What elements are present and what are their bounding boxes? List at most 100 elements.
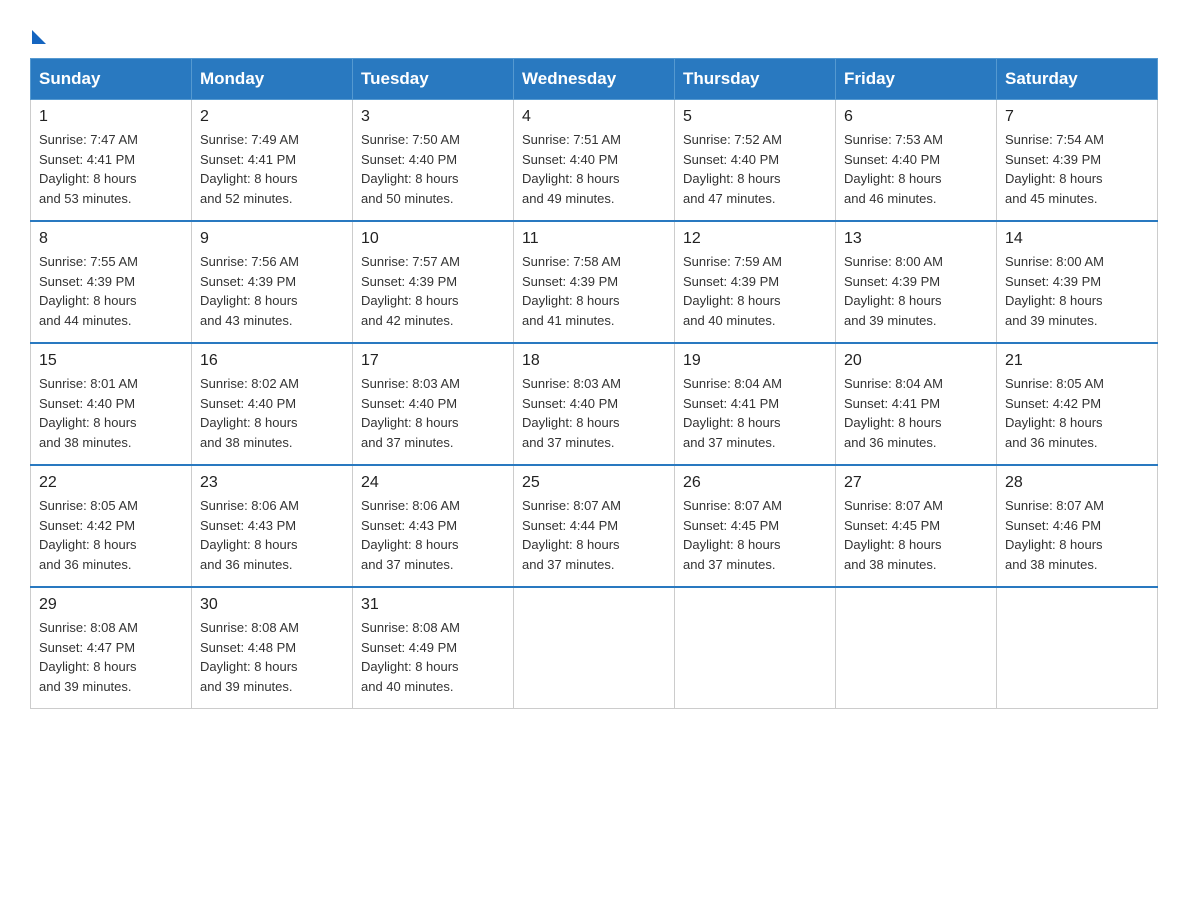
sunrise-text: Sunrise: 8:01 AM [39,376,138,391]
sunrise-text: Sunrise: 7:50 AM [361,132,460,147]
sunrise-text: Sunrise: 8:08 AM [39,620,138,635]
day-number: 31 [361,596,505,614]
daylight-text: Daylight: 8 hours [522,537,620,552]
daylight-minutes: and 37 minutes. [361,557,454,572]
day-info: Sunrise: 7:56 AM Sunset: 4:39 PM Dayligh… [200,252,344,330]
daylight-minutes: and 38 minutes. [1005,557,1098,572]
daylight-minutes: and 38 minutes. [844,557,937,572]
day-info: Sunrise: 7:57 AM Sunset: 4:39 PM Dayligh… [361,252,505,330]
logo-arrow-icon [32,30,46,44]
calendar-day-cell: 26 Sunrise: 8:07 AM Sunset: 4:45 PM Dayl… [675,465,836,587]
sunrise-text: Sunrise: 8:07 AM [683,498,782,513]
daylight-text: Daylight: 8 hours [39,415,137,430]
sunrise-text: Sunrise: 7:56 AM [200,254,299,269]
sunrise-text: Sunrise: 7:55 AM [39,254,138,269]
day-number: 30 [200,596,344,614]
sunset-text: Sunset: 4:41 PM [683,396,779,411]
sunrise-text: Sunrise: 7:54 AM [1005,132,1104,147]
day-info: Sunrise: 8:05 AM Sunset: 4:42 PM Dayligh… [1005,374,1149,452]
daylight-minutes: and 36 minutes. [200,557,293,572]
daylight-minutes: and 39 minutes. [39,679,132,694]
sunrise-text: Sunrise: 7:58 AM [522,254,621,269]
sunrise-text: Sunrise: 8:00 AM [844,254,943,269]
sunset-text: Sunset: 4:42 PM [39,518,135,533]
daylight-text: Daylight: 8 hours [522,293,620,308]
sunrise-text: Sunrise: 8:04 AM [683,376,782,391]
day-info: Sunrise: 7:58 AM Sunset: 4:39 PM Dayligh… [522,252,666,330]
calendar-day-cell [997,587,1158,709]
day-info: Sunrise: 8:07 AM Sunset: 4:45 PM Dayligh… [683,496,827,574]
daylight-minutes: and 36 minutes. [844,435,937,450]
sunset-text: Sunset: 4:39 PM [844,274,940,289]
daylight-text: Daylight: 8 hours [683,537,781,552]
sunset-text: Sunset: 4:43 PM [361,518,457,533]
daylight-text: Daylight: 8 hours [844,293,942,308]
calendar-day-cell: 24 Sunrise: 8:06 AM Sunset: 4:43 PM Dayl… [353,465,514,587]
sunset-text: Sunset: 4:40 PM [683,152,779,167]
sunset-text: Sunset: 4:44 PM [522,518,618,533]
day-number: 14 [1005,230,1149,248]
sunrise-text: Sunrise: 8:07 AM [844,498,943,513]
daylight-minutes: and 53 minutes. [39,191,132,206]
day-number: 15 [39,352,183,370]
daylight-minutes: and 38 minutes. [39,435,132,450]
day-number: 9 [200,230,344,248]
sunset-text: Sunset: 4:39 PM [1005,274,1101,289]
day-info: Sunrise: 8:06 AM Sunset: 4:43 PM Dayligh… [200,496,344,574]
sunset-text: Sunset: 4:39 PM [39,274,135,289]
day-info: Sunrise: 8:02 AM Sunset: 4:40 PM Dayligh… [200,374,344,452]
day-info: Sunrise: 8:03 AM Sunset: 4:40 PM Dayligh… [361,374,505,452]
daylight-text: Daylight: 8 hours [1005,171,1103,186]
sunrise-text: Sunrise: 7:51 AM [522,132,621,147]
daylight-text: Daylight: 8 hours [200,171,298,186]
daylight-text: Daylight: 8 hours [39,537,137,552]
calendar-day-cell: 4 Sunrise: 7:51 AM Sunset: 4:40 PM Dayli… [514,100,675,222]
sunset-text: Sunset: 4:39 PM [1005,152,1101,167]
day-info: Sunrise: 7:52 AM Sunset: 4:40 PM Dayligh… [683,130,827,208]
day-number: 29 [39,596,183,614]
sunrise-text: Sunrise: 8:06 AM [200,498,299,513]
daylight-minutes: and 52 minutes. [200,191,293,206]
sunset-text: Sunset: 4:40 PM [844,152,940,167]
daylight-text: Daylight: 8 hours [844,415,942,430]
calendar-day-cell: 18 Sunrise: 8:03 AM Sunset: 4:40 PM Dayl… [514,343,675,465]
calendar-day-cell: 9 Sunrise: 7:56 AM Sunset: 4:39 PM Dayli… [192,221,353,343]
day-number: 25 [522,474,666,492]
daylight-text: Daylight: 8 hours [200,293,298,308]
daylight-text: Daylight: 8 hours [361,293,459,308]
column-header-sunday: Sunday [31,59,192,100]
day-number: 1 [39,108,183,126]
day-number: 26 [683,474,827,492]
day-info: Sunrise: 7:51 AM Sunset: 4:40 PM Dayligh… [522,130,666,208]
daylight-text: Daylight: 8 hours [200,415,298,430]
calendar-day-cell: 19 Sunrise: 8:04 AM Sunset: 4:41 PM Dayl… [675,343,836,465]
daylight-minutes: and 39 minutes. [1005,313,1098,328]
calendar-table: SundayMondayTuesdayWednesdayThursdayFrid… [30,58,1158,709]
sunset-text: Sunset: 4:45 PM [683,518,779,533]
sunset-text: Sunset: 4:39 PM [200,274,296,289]
day-number: 21 [1005,352,1149,370]
calendar-day-cell: 21 Sunrise: 8:05 AM Sunset: 4:42 PM Dayl… [997,343,1158,465]
calendar-day-cell [514,587,675,709]
sunset-text: Sunset: 4:45 PM [844,518,940,533]
daylight-minutes: and 40 minutes. [361,679,454,694]
logo [30,24,46,40]
daylight-minutes: and 37 minutes. [683,557,776,572]
day-info: Sunrise: 7:47 AM Sunset: 4:41 PM Dayligh… [39,130,183,208]
sunrise-text: Sunrise: 8:03 AM [361,376,460,391]
day-number: 5 [683,108,827,126]
daylight-minutes: and 42 minutes. [361,313,454,328]
day-number: 6 [844,108,988,126]
sunrise-text: Sunrise: 7:57 AM [361,254,460,269]
calendar-week-row: 8 Sunrise: 7:55 AM Sunset: 4:39 PM Dayli… [31,221,1158,343]
calendar-day-cell: 30 Sunrise: 8:08 AM Sunset: 4:48 PM Dayl… [192,587,353,709]
sunset-text: Sunset: 4:39 PM [683,274,779,289]
sunset-text: Sunset: 4:40 PM [200,396,296,411]
sunset-text: Sunset: 4:48 PM [200,640,296,655]
sunset-text: Sunset: 4:39 PM [522,274,618,289]
calendar-day-cell: 16 Sunrise: 8:02 AM Sunset: 4:40 PM Dayl… [192,343,353,465]
sunrise-text: Sunrise: 8:00 AM [1005,254,1104,269]
sunrise-text: Sunrise: 8:04 AM [844,376,943,391]
day-info: Sunrise: 8:01 AM Sunset: 4:40 PM Dayligh… [39,374,183,452]
calendar-day-cell: 31 Sunrise: 8:08 AM Sunset: 4:49 PM Dayl… [353,587,514,709]
